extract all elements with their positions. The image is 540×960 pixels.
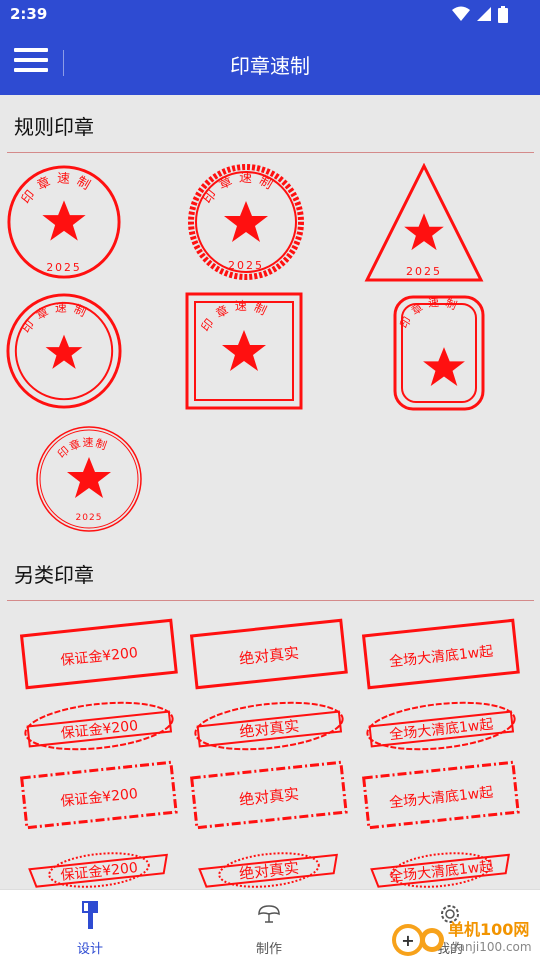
status-time: 2:39: [10, 5, 48, 23]
watermark-brand: 单机100网: [448, 920, 530, 939]
wifi-icon: [452, 6, 470, 21]
app-bar: 印章速制: [0, 28, 540, 95]
svg-text:绝对真实: 绝对真实: [238, 785, 300, 809]
nav-design-label: 设计: [76, 942, 103, 957]
svg-text:全场大清底1w起: 全场大清底1w起: [388, 643, 494, 671]
signal-icon: [477, 7, 491, 21]
rect-stamp-clearance[interactable]: 全场大清底1w起: [360, 618, 522, 692]
brush-icon: [82, 901, 98, 929]
status-bar: 2:39: [0, 0, 540, 28]
stamp-icon: [258, 905, 280, 923]
stamp-double-square[interactable]: 印章速制: [185, 292, 303, 410]
stamp-circle[interactable]: 印章速制 2025: [5, 163, 123, 281]
ellipse-stamp-authentic[interactable]: 绝对真实: [188, 697, 350, 755]
app-title: 印章速制: [230, 54, 310, 78]
svg-text:绝对真实: 绝对真实: [238, 644, 300, 668]
rough-stamp-authentic[interactable]: 绝对真实: [188, 760, 350, 832]
watermark-logo-icon: +: [392, 924, 444, 956]
svg-text:2025: 2025: [406, 265, 442, 278]
svg-text:绝对真实: 绝对真实: [238, 859, 300, 883]
fancy-stamp-clearance[interactable]: 全场大清底1w起: [360, 840, 522, 888]
svg-text:印章速制: 印章速制: [200, 171, 280, 207]
stamp-rough-circle[interactable]: 印章速制 2025: [184, 163, 308, 281]
rough-stamp-deposit[interactable]: 保证金¥200: [18, 760, 180, 832]
stamp-year: 2025: [46, 261, 81, 274]
rough-stamp-clearance[interactable]: 全场大清底1w起: [360, 760, 522, 832]
fancy-stamp-deposit[interactable]: 保证金¥200: [18, 840, 180, 888]
watermark: + 单机100网 danji100.com: [390, 910, 540, 960]
section-divider-other: [7, 600, 534, 601]
battery-icon: [498, 6, 508, 23]
nav-make[interactable]: 制作: [229, 900, 309, 957]
svg-text:印章速制: 印章速制: [55, 436, 109, 461]
rect-stamp-authentic[interactable]: 绝对真实: [188, 618, 350, 692]
svg-text:2025: 2025: [76, 513, 103, 523]
section-title-other: 另类印章: [14, 563, 94, 587]
section-title-regular: 规则印章: [14, 115, 94, 139]
svg-text:保证金¥200: 保证金¥200: [60, 645, 139, 669]
stamp-thin-circle[interactable]: 印章速制 2025: [34, 424, 144, 534]
ellipse-stamp-deposit[interactable]: 保证金¥200: [18, 697, 180, 755]
nav-design[interactable]: 设计: [50, 900, 130, 957]
rect-stamp-deposit[interactable]: 保证金¥200: [18, 618, 180, 692]
stamp-rounded-rect[interactable]: 印章速制: [393, 295, 485, 411]
watermark-url: danji100.com: [450, 940, 532, 954]
svg-text:印章速制: 印章速制: [397, 296, 463, 331]
nav-make-label: 制作: [255, 942, 282, 957]
section-divider-regular: [7, 152, 534, 153]
stamp-triangle[interactable]: 2025: [364, 163, 484, 283]
svg-text:全场大清底1w起: 全场大清底1w起: [388, 784, 494, 812]
ellipse-stamp-clearance[interactable]: 全场大清底1w起: [360, 697, 522, 755]
svg-text:2025: 2025: [228, 259, 264, 272]
fancy-stamp-authentic[interactable]: 绝对真实: [188, 840, 350, 888]
svg-text:保证金¥200: 保证金¥200: [60, 786, 139, 810]
svg-text:印章速制: 印章速制: [198, 299, 274, 334]
stamp-double-circle[interactable]: 印章速制: [5, 292, 123, 410]
svg-text:+: +: [401, 931, 414, 950]
status-icons: [452, 6, 508, 23]
